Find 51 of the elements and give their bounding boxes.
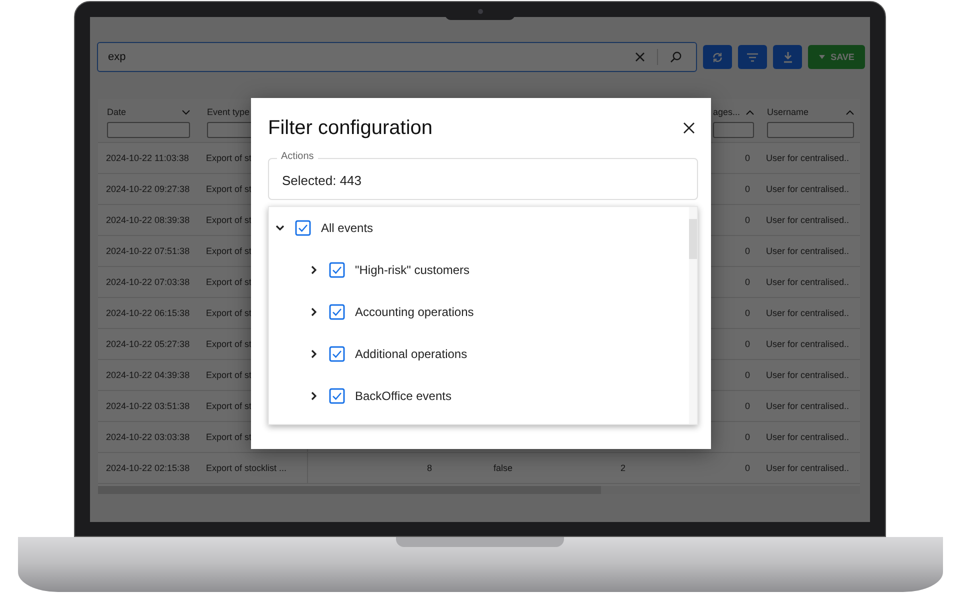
table-cell: 2024-10-22 04:39:38 <box>106 370 190 380</box>
table-cell: Export of st <box>206 370 252 380</box>
table-cell: User for centralised.. <box>766 370 850 380</box>
table-cell: 2024-10-22 08:39:38 <box>106 215 190 225</box>
table-cell: 0 <box>744 277 750 287</box>
table-cell: User for centralised.. <box>766 215 850 225</box>
table-cell: Export of st <box>206 277 252 287</box>
table-cell: 2024-10-22 07:51:38 <box>106 246 190 256</box>
table-cell: 8 <box>426 463 432 473</box>
table-cell: 2024-10-22 03:03:38 <box>106 432 190 442</box>
table-cell: 0 <box>744 370 750 380</box>
table-cell: User for centralised.. <box>766 308 850 318</box>
table-cell: false <box>493 463 512 473</box>
table-cell: Export of st <box>206 401 252 411</box>
table-cell: Export of st <box>206 432 252 442</box>
table-cell: 2024-10-22 11:03:38 <box>106 153 189 163</box>
table-cell: Export of stocklist ... <box>206 463 287 473</box>
table-cell: 0 <box>744 184 750 194</box>
table-cell: 0 <box>744 463 750 473</box>
table-cell: User for centralised.. <box>766 432 850 442</box>
table-cell: User for centralised.. <box>766 184 850 194</box>
table-cell: 2024-10-22 09:27:38 <box>106 184 190 194</box>
table-cell: User for centralised.. <box>766 246 850 256</box>
table-cell: Export of st <box>206 339 252 349</box>
table-cell: Export of st <box>206 215 252 225</box>
table-cell: Export of st <box>206 246 252 256</box>
field-label: Actions <box>277 151 318 162</box>
dialog-title: Filter configuration <box>268 116 433 140</box>
table-cell: Export of st <box>206 308 252 318</box>
table-cell: 0 <box>744 153 750 163</box>
table-cell: 2024-10-22 05:27:38 <box>106 339 190 349</box>
table-cell: User for centralised.. <box>766 401 850 411</box>
table-cell: 2024-10-22 02:15:38 <box>106 463 190 473</box>
table-cell: 2024-10-22 07:03:38 <box>106 277 190 287</box>
table-cell: 0 <box>744 339 750 349</box>
table-cell: 0 <box>744 401 750 411</box>
table-cell: User for centralised.. <box>766 339 850 349</box>
table-cell: 0 <box>744 432 750 442</box>
table-cell: 2024-10-22 03:51:38 <box>106 401 190 411</box>
table-cell: 2 <box>620 463 626 473</box>
table-cell: Export of st <box>206 184 252 194</box>
search-value: exp <box>108 51 127 63</box>
table-cell: User for centralised.. <box>766 277 850 287</box>
table-cell: Export of st <box>206 153 252 163</box>
table-cell: 0 <box>744 308 750 318</box>
table-cell: User for centralised.. <box>766 463 850 473</box>
table-cell: 2024-10-22 06:15:38 <box>106 308 190 318</box>
table-cell: 0 <box>744 215 750 225</box>
table-cell: User for centralised.. <box>766 153 850 163</box>
table-cell: 0 <box>744 246 750 256</box>
field-value: Selected: 443 <box>282 172 362 188</box>
